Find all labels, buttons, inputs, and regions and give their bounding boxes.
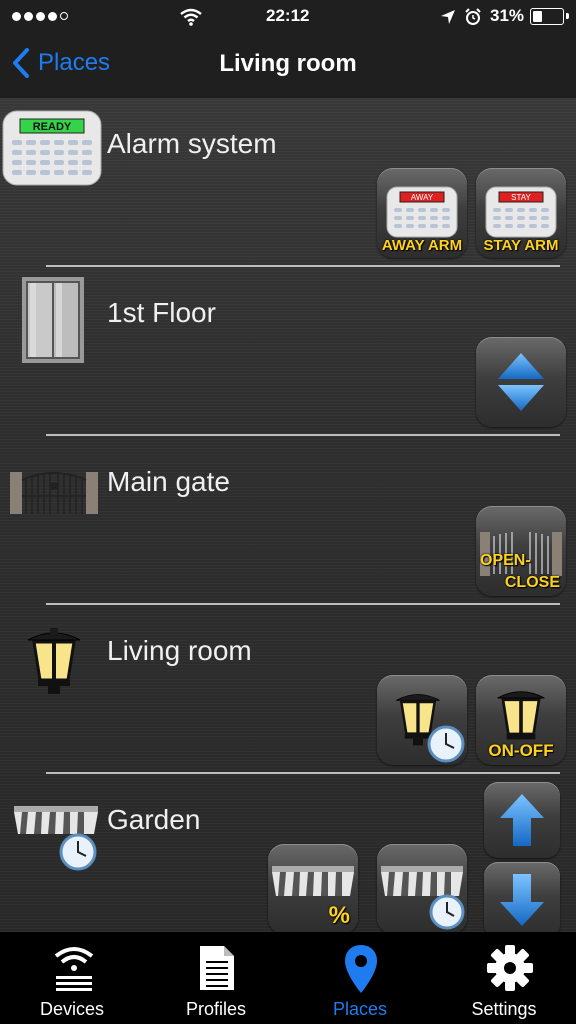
awning-up-button[interactable] — [484, 782, 560, 858]
on-off-button[interactable]: ON-OFF — [476, 675, 566, 765]
away-screen-text: AWAY — [410, 193, 434, 202]
lantern-icon — [497, 691, 545, 740]
tab-places[interactable]: Places — [288, 932, 432, 1024]
percent-label: % — [328, 902, 350, 929]
tab-settings[interactable]: Settings — [432, 932, 576, 1024]
page-title: Living room — [219, 50, 357, 77]
gear-icon — [487, 945, 533, 991]
location-arrow-icon — [441, 10, 455, 24]
up-down-button[interactable] — [476, 337, 566, 427]
awning-icon — [272, 866, 354, 896]
location-pin-icon — [345, 945, 377, 993]
tab-devices-label: Devices — [39, 999, 105, 1019]
wifi-icon — [180, 8, 202, 26]
row-title-1st-floor: 1st Floor — [107, 297, 216, 328]
keypad-screen-text: READY — [32, 121, 72, 133]
stay-arm-label: STAY ARM — [483, 237, 559, 254]
tab-devices[interactable]: Devices — [0, 932, 144, 1024]
tab-profiles-label: Profiles — [185, 999, 247, 1019]
away-arm-button[interactable]: AWAY AWAY ARM — [377, 168, 467, 258]
away-arm-label: AWAY ARM — [381, 237, 463, 254]
row-divider — [46, 603, 560, 605]
row-divider — [46, 434, 560, 436]
status-bar: 22:12 31% — [0, 0, 576, 34]
row-divider — [46, 265, 560, 267]
status-time: 22:12 — [266, 6, 310, 25]
elevator-icon — [22, 277, 84, 363]
stay-arm-button[interactable]: STAY STAY ARM — [476, 168, 566, 258]
signal-strength-icon — [12, 12, 68, 21]
stay-screen-text: STAY — [511, 193, 531, 202]
alarm-keypad-icon: READY — [2, 110, 102, 186]
document-icon — [200, 946, 234, 990]
clock-icon — [429, 894, 465, 930]
arrow-down-icon — [500, 874, 544, 926]
row-title-alarm-system: Alarm system — [107, 128, 277, 159]
row-title-living-room: Living room — [107, 635, 252, 666]
tab-profiles[interactable]: Profiles — [144, 932, 288, 1024]
close-label: CLOSE — [504, 574, 560, 591]
row-title-garden: Garden — [107, 804, 201, 835]
open-close-button[interactable]: OPEN- CLOSE — [476, 506, 566, 596]
battery-icon — [530, 8, 564, 25]
awning-timer-icon — [14, 804, 100, 872]
alarm-clock-icon — [465, 8, 481, 25]
awning-timer-button[interactable] — [377, 844, 467, 934]
up-down-arrows-icon — [498, 353, 544, 411]
arrow-up-icon — [500, 794, 544, 846]
tab-places-label: Places — [332, 999, 388, 1019]
gate-icon — [10, 466, 98, 514]
tab-settings-label: Settings — [471, 999, 537, 1019]
row-divider — [46, 772, 560, 774]
row-title-main-gate: Main gate — [107, 466, 230, 497]
lantern-timer-button[interactable] — [377, 675, 467, 765]
open-label: OPEN- — [480, 552, 531, 569]
on-off-label: ON-OFF — [488, 741, 554, 760]
wireless-devices-icon — [54, 947, 94, 991]
awning-down-button[interactable] — [484, 862, 560, 938]
awning-percent-button[interactable]: % — [268, 844, 358, 934]
clock-icon — [427, 725, 465, 763]
battery-percent: 31% — [490, 6, 525, 25]
lantern-icon — [24, 626, 84, 694]
